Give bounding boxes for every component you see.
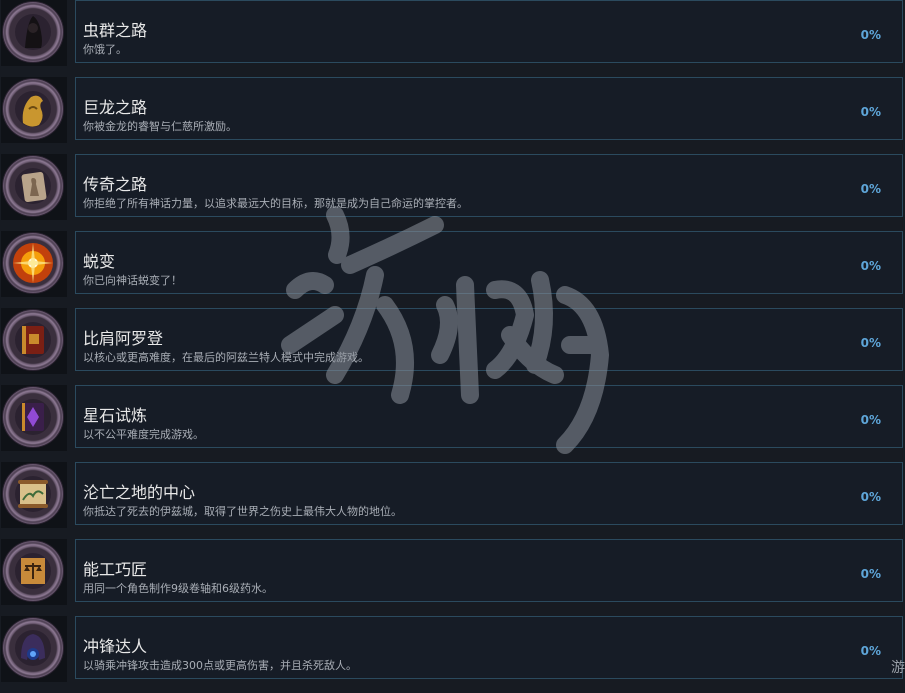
achievement-row: 比肩阿罗登 以核心或更高难度，在最后的阿兹兰特人模式中完成游戏。 0%: [0, 308, 905, 385]
achievement-panel[interactable]: 冲锋达人 以骑乘冲锋攻击造成300点或更高伤害，并且杀死敌人。 0%: [75, 616, 903, 679]
achievement-row: 巨龙之路 你被金龙的睿智与仁慈所激励。 0%: [0, 77, 905, 154]
achievement-title: 传奇之路: [83, 175, 148, 194]
achievement-description: 以核心或更高难度，在最后的阿兹兰特人模式中完成游戏。: [83, 351, 369, 364]
achievement-description: 以不公平难度完成游戏。: [83, 428, 204, 441]
achievement-row: 虫群之路 你饿了。 0%: [0, 0, 905, 77]
achievement-row: 传奇之路 你拒绝了所有神话力量，以追求最远大的目标，那就是成为自己命运的掌控者。…: [0, 154, 905, 231]
achievement-description: 你已向神话蜕变了！: [83, 274, 182, 287]
achievement-icon-frame: [1, 77, 67, 143]
swarm-icon: [3, 2, 63, 62]
achievement-title: 沦亡之地的中心: [83, 483, 196, 502]
achievement-description: 用同一个角色制作9级卷轴和6级药水。: [83, 582, 273, 595]
achievement-row: 星石试炼 以不公平难度完成游戏。 0%: [0, 385, 905, 462]
achievement-percent: 0%: [860, 413, 881, 427]
achievement-percent: 0%: [860, 28, 881, 42]
achievement-percent: 0%: [860, 567, 881, 581]
achievement-percent: 0%: [860, 336, 881, 350]
book-icon: [3, 310, 63, 370]
legend-icon: [3, 156, 63, 216]
achievement-panel[interactable]: 比肩阿罗登 以核心或更高难度，在最后的阿兹兰特人模式中完成游戏。 0%: [75, 308, 903, 371]
achievement-title: 比肩阿罗登: [83, 329, 164, 348]
achievement-icon-frame: [1, 308, 67, 374]
dragon-icon: [3, 79, 63, 139]
corner-watermark-glyph: 游: [891, 660, 905, 676]
achievement-description: 以骑乘冲锋攻击造成300点或更高伤害，并且杀死敌人。: [83, 659, 357, 672]
achievement-percent: 0%: [860, 182, 881, 196]
achievement-percent: 0%: [860, 105, 881, 119]
achievement-row: 冲锋达人 以骑乘冲锋攻击造成300点或更高伤害，并且杀死敌人。 0%: [0, 616, 905, 693]
achievement-icon-frame: [1, 231, 67, 297]
achievement-description: 你饿了。: [83, 43, 127, 56]
scales-icon: [3, 541, 63, 601]
achievement-percent: 0%: [860, 490, 881, 504]
achievement-row: 能工巧匠 用同一个角色制作9级卷轴和6级药水。 0%: [0, 539, 905, 616]
achievement-title: 蜕变: [83, 252, 116, 271]
achievement-panel[interactable]: 巨龙之路 你被金龙的睿智与仁慈所激励。 0%: [75, 77, 903, 140]
achievement-percent: 0%: [860, 644, 881, 658]
achievement-panel[interactable]: 能工巧匠 用同一个角色制作9级卷轴和6级药水。 0%: [75, 539, 903, 602]
achievement-panel[interactable]: 沦亡之地的中心 你抵达了死去的伊兹城，取得了世界之伤史上最伟大人物的地位。 0%: [75, 462, 903, 525]
helmet-icon: [3, 618, 63, 678]
achievement-description: 你拒绝了所有神话力量，以追求最远大的目标，那就是成为自己命运的掌控者。: [83, 197, 468, 210]
achievement-title: 能工巧匠: [83, 560, 148, 579]
achievement-title: 巨龙之路: [83, 98, 148, 117]
achievement-row: 沦亡之地的中心 你抵达了死去的伊兹城，取得了世界之伤史上最伟大人物的地位。 0%: [0, 462, 905, 539]
scroll-icon: [3, 464, 63, 524]
achievement-description: 你抵达了死去的伊兹城，取得了世界之伤史上最伟大人物的地位。: [83, 505, 402, 518]
achievement-title: 星石试炼: [83, 406, 148, 425]
achievement-panel[interactable]: 蜕变 你已向神话蜕变了！ 0%: [75, 231, 903, 294]
achievement-title: 虫群之路: [83, 21, 148, 40]
achievement-panel[interactable]: 星石试炼 以不公平难度完成游戏。 0%: [75, 385, 903, 448]
achievement-icon-frame: [1, 462, 67, 528]
achievement-icon-frame: [1, 539, 67, 605]
achievement-icon-frame: [1, 385, 67, 451]
achievement-panel[interactable]: 传奇之路 你拒绝了所有神话力量，以追求最远大的目标，那就是成为自己命运的掌控者。…: [75, 154, 903, 217]
achievement-percent: 0%: [860, 259, 881, 273]
burst-icon: [3, 233, 63, 293]
achievement-icon-frame: [1, 616, 67, 682]
achievement-icon-frame: [1, 154, 67, 220]
achievement-panel[interactable]: 虫群之路 你饿了。 0%: [75, 0, 903, 63]
achievement-icon-frame: [1, 0, 67, 66]
achievement-title: 冲锋达人: [83, 637, 148, 656]
tome-icon: [3, 387, 63, 447]
achievement-row: 蜕变 你已向神话蜕变了！ 0%: [0, 231, 905, 308]
achievement-description: 你被金龙的睿智与仁慈所激励。: [83, 120, 237, 133]
